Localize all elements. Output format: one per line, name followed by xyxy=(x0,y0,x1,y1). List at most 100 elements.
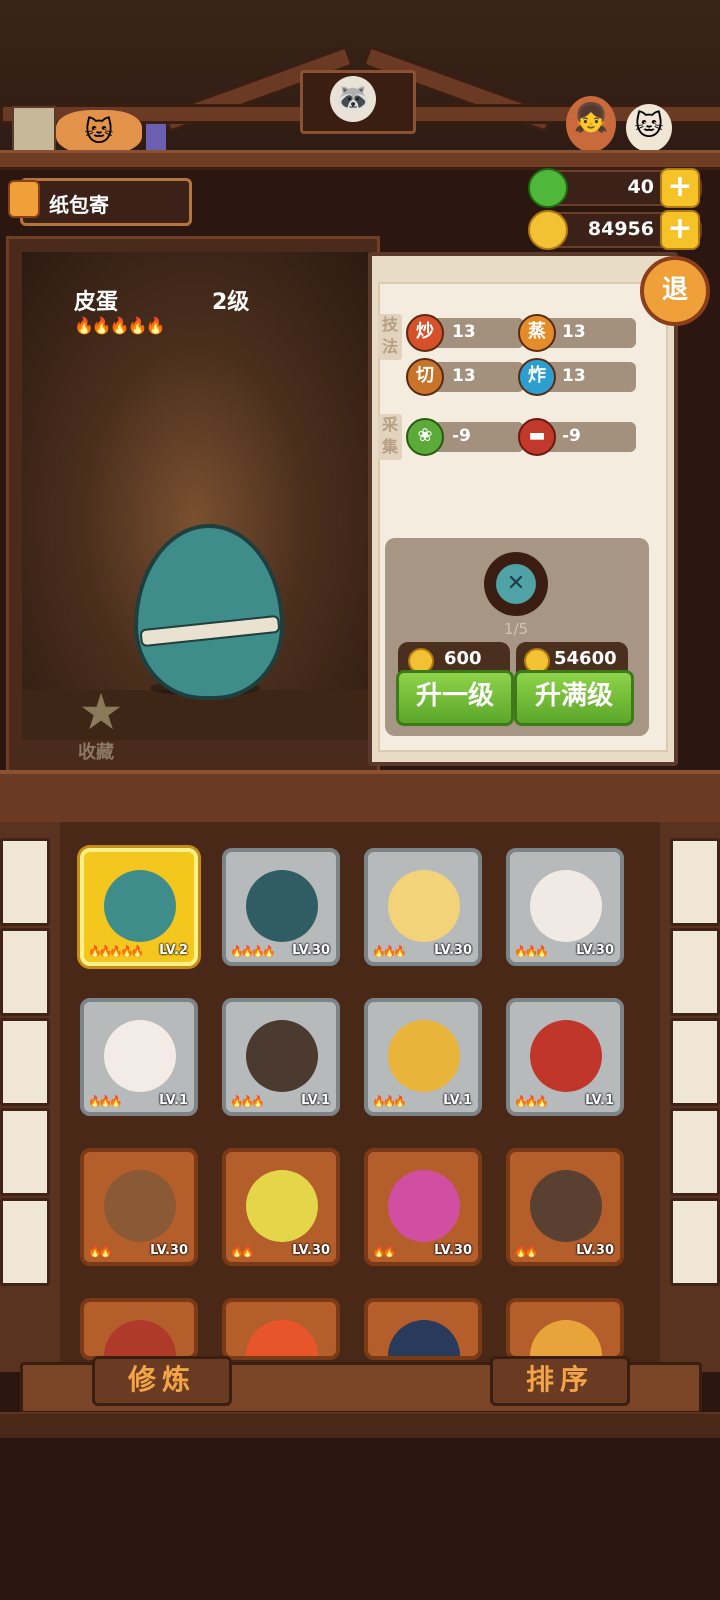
card-level: LV.2 xyxy=(159,943,188,958)
character-portrait xyxy=(530,1320,602,1356)
roster-card[interactable] xyxy=(506,1298,624,1360)
deep-fry-icon: 炸 xyxy=(518,358,556,396)
add-jade-button[interactable]: + xyxy=(660,168,700,208)
gem-count: 1/5 xyxy=(503,620,529,638)
white-cat-icon: 🐱 xyxy=(626,104,672,152)
roster-card[interactable]: 🔥🔥🔥🔥 LV.30 xyxy=(222,848,340,966)
character-portrait xyxy=(530,1170,602,1242)
chef-girl-icon: 👧 xyxy=(566,96,616,152)
roster-card[interactable]: 🔥🔥 LV.30 xyxy=(80,1148,198,1266)
card-level: LV.30 xyxy=(292,1243,330,1258)
roster-card[interactable] xyxy=(364,1298,482,1360)
character-portrait xyxy=(388,1320,460,1356)
jade-currency-bar: 40 + xyxy=(528,168,702,208)
character-rarity-flames: 🔥🔥🔥🔥🔥 xyxy=(74,316,166,335)
deep-fry-value: 13 xyxy=(562,366,586,386)
roster-card[interactable] xyxy=(80,1298,198,1360)
card-rarity-flames: 🔥🔥 xyxy=(230,1245,254,1258)
upgrade-one-button[interactable]: 升一级 xyxy=(396,670,514,726)
card-rarity-flames: 🔥🔥🔥 xyxy=(230,1095,265,1108)
card-rarity-flames: 🔥🔥🔥 xyxy=(514,1095,549,1108)
character-portrait xyxy=(246,1170,318,1242)
left-window xyxy=(0,1198,50,1286)
cut-value: 13 xyxy=(452,366,476,386)
left-window xyxy=(0,838,50,926)
card-level: LV.1 xyxy=(159,1093,188,1108)
favorite-star-icon[interactable]: ★ xyxy=(76,687,126,737)
sort-button[interactable]: 排序 xyxy=(490,1356,630,1406)
card-level: LV.30 xyxy=(150,1243,188,1258)
roster-card[interactable]: 🔥🔥🔥 LV.1 xyxy=(506,998,624,1116)
stir-fry-value: 13 xyxy=(452,322,476,342)
gather-tag: 采集 xyxy=(378,414,402,460)
character-portrait xyxy=(246,1020,318,1092)
raccoon-mascot-icon: 🦝 xyxy=(330,76,376,122)
restaurant-name-plate[interactable]: 纸包寄 xyxy=(20,178,192,226)
character-portrait xyxy=(104,1170,176,1242)
jade-value: 40 xyxy=(627,176,654,198)
gem-icon: ✕ xyxy=(496,564,536,604)
card-rarity-flames: 🔥🔥🔥🔥 xyxy=(230,945,276,958)
card-rarity-flames: 🔥🔥 xyxy=(88,1245,112,1258)
train-button[interactable]: 修炼 xyxy=(92,1356,232,1406)
right-window xyxy=(670,1108,720,1196)
quit-button[interactable]: 退 xyxy=(640,256,710,326)
card-level: LV.30 xyxy=(292,943,330,958)
vegetable-value: -9 xyxy=(452,426,471,446)
character-portrait xyxy=(104,1320,176,1356)
roster-card[interactable] xyxy=(222,1298,340,1360)
restaurant-name: 纸包寄 xyxy=(49,193,109,217)
roster-card[interactable]: 🔥🔥🔥 LV.1 xyxy=(80,998,198,1116)
card-rarity-flames: 🔥🔥🔥 xyxy=(88,1095,123,1108)
character-portrait xyxy=(104,1020,176,1092)
roster-card[interactable]: 🔥🔥🔥 LV.1 xyxy=(364,998,482,1116)
card-rarity-flames: 🔥🔥🔥 xyxy=(372,945,407,958)
roster-card[interactable]: 🔥🔥🔥🔥🔥 LV.2 xyxy=(80,848,198,966)
left-window xyxy=(0,1018,50,1106)
card-level: LV.30 xyxy=(576,1243,614,1258)
roster-card[interactable]: 🔥🔥🔥 LV.30 xyxy=(364,848,482,966)
meat-value: -9 xyxy=(562,426,581,446)
card-level: LV.1 xyxy=(443,1093,472,1108)
card-level: LV.30 xyxy=(576,943,614,958)
roster-card[interactable]: 🔥🔥🔥 LV.30 xyxy=(506,848,624,966)
divider-shelf xyxy=(0,770,720,828)
upgrade-max-cost: 54600 xyxy=(554,648,617,669)
card-level: LV.30 xyxy=(434,1243,472,1258)
upgrade-one-cost: 600 xyxy=(444,648,482,669)
skill-tag: 技法 xyxy=(378,314,402,360)
roster-card[interactable]: 🔥🔥 LV.30 xyxy=(222,1148,340,1266)
upgrade-max-button[interactable]: 升满级 xyxy=(514,670,634,726)
jade-icon xyxy=(528,168,568,208)
floor-band xyxy=(0,1412,720,1438)
card-level: LV.1 xyxy=(585,1093,614,1108)
character-level: 2级 xyxy=(212,290,250,315)
right-window xyxy=(670,838,720,926)
book-icon xyxy=(146,124,166,152)
add-coin-button[interactable]: + xyxy=(660,210,700,250)
card-rarity-flames: 🔥🔥🔥 xyxy=(372,1095,407,1108)
character-portrait xyxy=(246,1320,318,1356)
coin-currency-bar: 84956 + xyxy=(528,210,702,250)
card-level: LV.1 xyxy=(301,1093,330,1108)
left-window xyxy=(0,1108,50,1196)
right-window xyxy=(670,928,720,1016)
roster-card[interactable]: 🔥🔥 LV.30 xyxy=(506,1148,624,1266)
character-name: 皮蛋 xyxy=(74,290,119,315)
chef-hat-icon xyxy=(4,174,40,222)
roster-card[interactable]: 🔥🔥 LV.30 xyxy=(364,1148,482,1266)
coin-icon xyxy=(528,210,568,250)
character-portrait xyxy=(530,870,602,942)
roster-card[interactable]: 🔥🔥🔥 LV.1 xyxy=(222,998,340,1116)
character-portrait xyxy=(388,1170,460,1242)
steam-icon: 蒸 xyxy=(518,314,556,352)
left-window xyxy=(0,928,50,1016)
favorite-label[interactable]: 收藏 xyxy=(78,738,114,764)
card-rarity-flames: 🔥🔥 xyxy=(372,1245,396,1258)
card-level: LV.30 xyxy=(434,943,472,958)
character-portrait xyxy=(104,870,176,942)
right-window xyxy=(670,1018,720,1106)
paw-jar-icon xyxy=(12,106,56,154)
character-portrait xyxy=(530,1020,602,1092)
card-rarity-flames: 🔥🔥🔥 xyxy=(514,945,549,958)
